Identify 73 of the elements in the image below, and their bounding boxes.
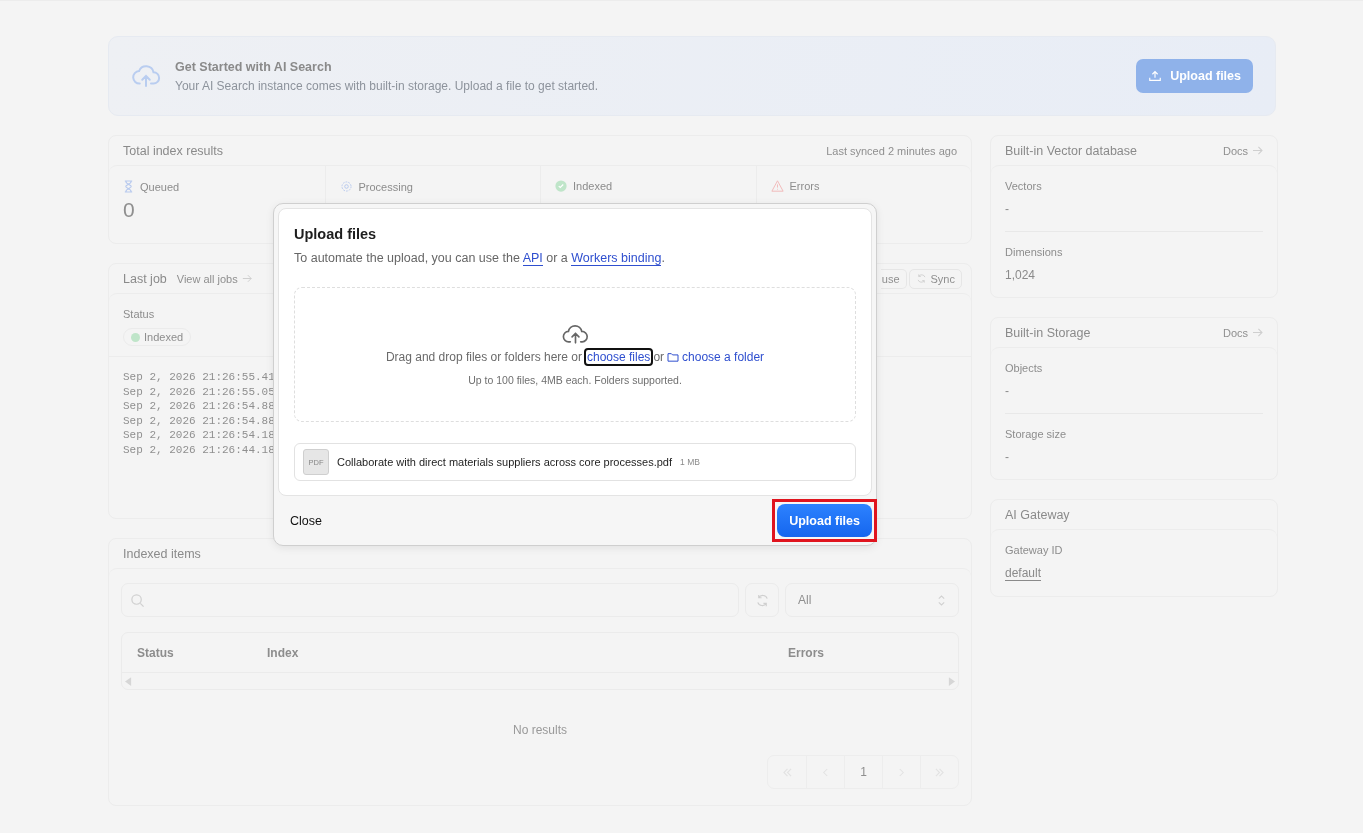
stat-label: Processing: [358, 180, 413, 193]
banner-title: Get Started with AI Search: [175, 59, 333, 74]
close-button[interactable]: Close: [290, 513, 322, 528]
intro-text: To automate the upload, you can use the API or a Workers binding.: [294, 251, 666, 265]
log-line: Sep 2, 2026 21:26:54.88: [123, 399, 275, 414]
upload-icon: [1148, 69, 1163, 83]
hourglass-icon: [123, 180, 134, 193]
upload-limits: Up to 100 files, 4MB each. Folders supported.: [468, 374, 682, 386]
scroll-right-icon[interactable]: [948, 676, 955, 686]
gateway-link[interactable]: default: [1005, 566, 1042, 581]
refresh-icon: [754, 592, 770, 608]
refresh-button[interactable]: [745, 583, 779, 617]
status-label: Status: [123, 308, 155, 320]
field-value: -: [1005, 384, 1009, 398]
file-name: Collaborate with direct materials suppliers across core processes.pdf: [337, 456, 673, 468]
docs-link[interactable]: Docs: [1222, 144, 1263, 157]
job-button[interactable]: use: [880, 268, 907, 289]
cloud-upload-icon: [561, 323, 589, 344]
field-label: Vectors: [1005, 180, 1043, 192]
page-button[interactable]: 1: [844, 756, 882, 788]
view-all-jobs-link[interactable]: View all jobs: [176, 272, 252, 285]
stat-label: Queued: [140, 180, 180, 193]
refresh-icon: [915, 273, 927, 284]
folder-icon: [667, 352, 680, 362]
card-title: Last job: [123, 271, 167, 286]
choose-folder-link[interactable]: choose a folder: [682, 350, 765, 364]
sync-button[interactable]: Sync: [908, 268, 962, 289]
check-circle-icon: [555, 180, 567, 192]
docs-link[interactable]: Docs: [1222, 326, 1263, 339]
card-title: Built-in Storage: [1005, 325, 1091, 340]
status-filter[interactable]: All: [785, 583, 959, 617]
stat-label: Errors: [789, 180, 820, 192]
log-line: Sep 2, 2026 21:26:44.18: [123, 442, 275, 457]
arrow-right-icon: [241, 274, 252, 283]
stat-value: 0: [123, 198, 136, 222]
field-label: Dimensions: [1005, 246, 1064, 258]
log-line: Sep 2, 2026 21:26:55.05: [123, 384, 275, 399]
log-line: Sep 2, 2026 21:26:55.41: [123, 370, 275, 385]
api-link[interactable]: API: [522, 251, 543, 266]
card-title: Total index results: [123, 143, 224, 158]
column-header: Index: [267, 645, 300, 660]
choose-files-link[interactable]: choose files: [584, 348, 654, 366]
column-header: Errors: [788, 645, 826, 660]
column-header: Status: [136, 645, 175, 660]
file-size: 1 MB: [680, 457, 700, 467]
field-value: -: [1005, 450, 1009, 464]
field-value: -: [1005, 202, 1009, 216]
field-label: Gateway ID: [1005, 544, 1064, 556]
stat-label: Indexed: [573, 180, 613, 192]
field-label: Storage size: [1005, 428, 1068, 440]
warning-icon: [770, 180, 784, 192]
search-field[interactable]: [121, 583, 739, 617]
search-icon: [130, 592, 145, 608]
log-line: Sep 2, 2026 21:26:54.18: [123, 428, 275, 443]
upload-files-button[interactable]: Upload files: [777, 504, 872, 537]
empty-message: No results: [513, 723, 567, 737]
field-value: 1,024: [1005, 268, 1036, 282]
card-title: AI Gateway: [1005, 507, 1070, 522]
drop-zone[interactable]: Drag and drop files or folders here or choose files or choose a folder Up to 100 files, 4MB each. Folders supported.: [294, 287, 856, 422]
arrow-right-icon: [1252, 328, 1263, 337]
scroll-left-icon[interactable]: [125, 676, 132, 686]
card-title: Built-in Vector database: [1005, 143, 1138, 158]
gear-icon: [339, 180, 353, 193]
banner-text: Your AI Search instance comes with built-in storage. Upload a file to get started.: [175, 78, 600, 93]
field-label: Objects: [1005, 362, 1044, 374]
upload-files-button[interactable]: Upload files: [1136, 59, 1253, 93]
drop-instructions: Drag and drop files or folders here or choose files or choose a folder: [385, 348, 765, 366]
sync-time: Last synced 2 minutes ago: [826, 144, 957, 157]
card-title: Indexed items: [123, 546, 201, 561]
arrow-right-icon: [1252, 146, 1263, 155]
dialog-title: Upload files: [294, 226, 378, 242]
chevron-updown-icon: [937, 593, 946, 607]
log-line: Sep 2, 2026 21:26:54.88: [123, 413, 275, 428]
